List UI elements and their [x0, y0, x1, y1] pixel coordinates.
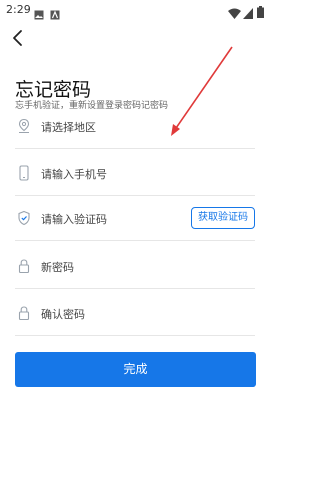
phone-icon: [17, 165, 31, 181]
location-pin-icon: [17, 118, 31, 134]
back-button[interactable]: [8, 28, 28, 48]
get-code-button[interactable]: 获取验证码: [191, 207, 255, 229]
back-arrow-icon: [13, 30, 22, 46]
confirm-password-placeholder: 确认密码: [41, 308, 85, 321]
phone-field[interactable]: 请输入手机号: [15, 155, 255, 196]
submit-button[interactable]: 完成: [15, 352, 256, 387]
code-field[interactable]: 请输入验证码 获取验证码: [15, 200, 255, 241]
status-bar: 2:29: [0, 0, 270, 22]
annotation-arrow-icon: [171, 46, 233, 136]
status-time: 2:29: [6, 3, 31, 16]
code-placeholder: 请输入验证码: [41, 213, 107, 226]
new-password-field[interactable]: 新密码: [15, 248, 255, 289]
phone-placeholder: 请输入手机号: [41, 168, 107, 181]
battery-icon: [257, 3, 264, 22]
lock-icon: [17, 258, 31, 274]
region-placeholder: 请选择地区: [41, 121, 96, 134]
shield-check-icon: [17, 210, 31, 226]
confirm-password-field[interactable]: 确认密码: [15, 295, 255, 336]
signal-icon: [243, 4, 253, 23]
wifi-icon: [228, 4, 241, 23]
app-notification-icon: [50, 5, 60, 24]
lock-icon: [17, 305, 31, 321]
image-icon: [34, 5, 44, 24]
new-password-placeholder: 新密码: [41, 261, 74, 274]
